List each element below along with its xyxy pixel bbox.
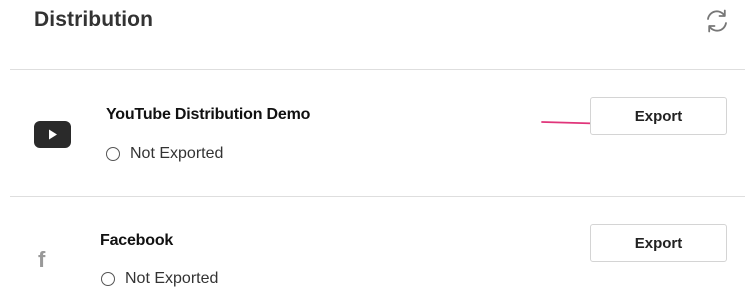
page-title: Distribution bbox=[34, 8, 154, 31]
status-label: Not Exported bbox=[130, 145, 224, 162]
distribution-item-facebook: f Facebook Not Exported Export bbox=[0, 197, 745, 290]
facebook-icon: f bbox=[38, 247, 46, 272]
status-circle-icon bbox=[101, 272, 115, 286]
item-name: YouTube Distribution Demo bbox=[106, 106, 311, 123]
youtube-export-button[interactable]: Export bbox=[590, 97, 727, 135]
refresh-icon[interactable] bbox=[702, 6, 732, 36]
facebook-export-button[interactable]: Export bbox=[590, 224, 727, 262]
export-status: Not Exported bbox=[106, 145, 223, 163]
youtube-icon bbox=[34, 121, 71, 148]
item-name: Facebook bbox=[100, 232, 174, 249]
distribution-item-youtube: YouTube Distribution Demo Not Exported E… bbox=[0, 70, 745, 196]
status-circle-icon bbox=[106, 147, 120, 161]
export-status: Not Exported bbox=[101, 270, 218, 288]
distribution-panel: Distribution YouTube Distribution Demo N… bbox=[0, 0, 745, 290]
status-label: Not Exported bbox=[125, 270, 219, 287]
